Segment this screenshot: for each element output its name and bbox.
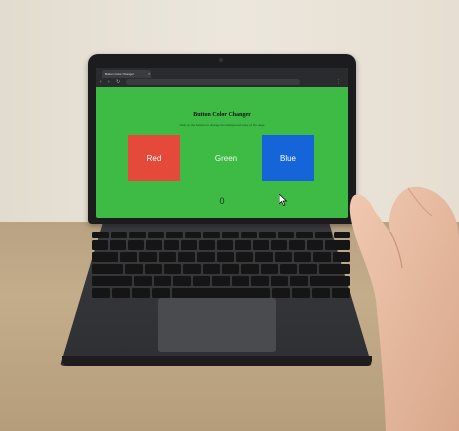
blue-button[interactable]: Blue <box>262 135 314 181</box>
camera <box>219 58 223 62</box>
address-bar[interactable] <box>126 79 300 85</box>
key <box>145 240 162 250</box>
key <box>144 264 162 274</box>
key <box>92 240 108 250</box>
key-row <box>92 240 350 250</box>
red-button[interactable]: Red <box>128 135 180 181</box>
key <box>147 232 165 238</box>
key <box>151 288 170 298</box>
key <box>235 240 252 250</box>
key <box>217 240 234 250</box>
key <box>296 232 313 238</box>
key-row <box>92 252 350 262</box>
key <box>111 288 130 298</box>
key <box>231 276 250 286</box>
key <box>241 264 259 274</box>
key <box>202 264 221 274</box>
mouse-cursor-icon <box>279 194 288 206</box>
key <box>177 252 196 262</box>
green-button[interactable]: Green <box>200 135 252 181</box>
menu-icon[interactable]: ⋮ <box>336 79 341 85</box>
key <box>134 276 152 286</box>
keyboard <box>92 232 351 298</box>
key <box>197 252 215 262</box>
key <box>166 232 183 238</box>
key <box>309 276 350 286</box>
key <box>203 232 221 238</box>
key <box>288 240 305 250</box>
key <box>181 240 198 250</box>
key <box>139 252 157 262</box>
key <box>212 276 230 286</box>
page-subtitle: Click on the buttons to change the backg… <box>179 123 265 127</box>
key <box>171 288 271 298</box>
key <box>216 252 234 262</box>
key <box>222 264 240 274</box>
key <box>312 288 331 298</box>
back-arrow-icon[interactable]: ‹ <box>100 79 105 85</box>
key-row <box>92 288 350 298</box>
key <box>292 288 311 298</box>
key <box>272 288 291 298</box>
key <box>173 276 191 286</box>
key <box>280 264 298 274</box>
key <box>158 252 176 262</box>
key <box>192 276 211 286</box>
key-row <box>92 276 350 286</box>
key <box>125 264 143 274</box>
click-counter: 0 <box>219 196 225 206</box>
photo-scene: Button Color Changer × ‹ › ↻ ⋮ Button Co… <box>0 0 459 431</box>
laptop-base-edge <box>62 356 372 366</box>
browser-tab[interactable]: Button Color Changer <box>102 70 151 78</box>
key-row <box>92 264 351 274</box>
key <box>314 232 332 238</box>
key <box>240 232 258 238</box>
hand <box>349 186 459 431</box>
key <box>274 252 292 262</box>
key <box>299 264 317 274</box>
key <box>270 276 289 286</box>
key <box>163 264 182 274</box>
key <box>153 276 172 286</box>
key <box>235 252 254 262</box>
laptop-lid: Button Color Changer × ‹ › ↻ ⋮ Button Co… <box>88 54 356 224</box>
tab-close-icon[interactable]: × <box>148 70 150 78</box>
key <box>260 264 279 274</box>
key <box>277 232 295 238</box>
key <box>163 240 180 250</box>
key <box>184 232 202 238</box>
key <box>92 252 118 262</box>
key-row <box>92 232 351 238</box>
page-title: Button Color Changer <box>193 112 251 118</box>
forward-arrow-icon[interactable]: › <box>108 79 113 85</box>
key <box>109 240 126 250</box>
browser-toolbar: Button Color Changer × ‹ › ↻ ⋮ <box>96 68 348 87</box>
key <box>199 240 216 250</box>
key <box>290 276 308 286</box>
key <box>127 240 144 250</box>
key <box>306 240 323 250</box>
key <box>183 264 201 274</box>
key <box>251 276 269 286</box>
key <box>120 252 138 262</box>
key <box>92 264 124 274</box>
key <box>129 232 146 238</box>
key <box>110 232 128 238</box>
key <box>259 232 276 238</box>
key <box>253 240 269 250</box>
key <box>131 288 150 298</box>
key <box>222 232 239 238</box>
laptop-screen: Button Color Changer × ‹ › ↻ ⋮ Button Co… <box>96 68 348 218</box>
key <box>270 240 287 250</box>
key <box>313 252 331 262</box>
trackpad <box>158 298 276 352</box>
key <box>293 252 312 262</box>
key <box>92 232 109 238</box>
key <box>255 252 273 262</box>
reload-icon[interactable]: ↻ <box>116 79 121 85</box>
key <box>92 288 110 298</box>
key <box>92 276 133 286</box>
